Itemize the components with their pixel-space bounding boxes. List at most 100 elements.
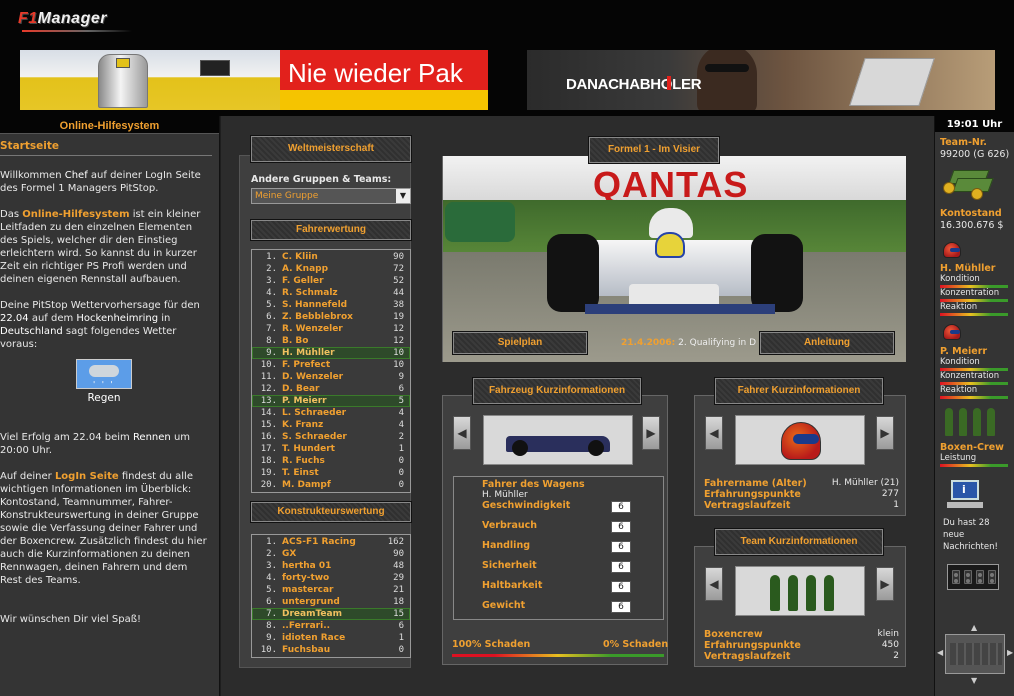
team-prev-button[interactable]: ◀ (705, 567, 723, 601)
map-up-arrow-icon[interactable]: ▲ (971, 623, 977, 632)
help-link-hilfesystem[interactable]: Online-Hilfesystem (22, 209, 129, 220)
constructor-standings-title[interactable]: Konstrukteurswertung (251, 502, 411, 522)
driver-standing-row-name[interactable]: F. Prefect (282, 359, 330, 371)
pit-crew-icon[interactable] (941, 404, 1005, 438)
team-next-button[interactable]: ▶ (876, 567, 894, 601)
driver-standing-row-name[interactable]: P. Meierr (282, 395, 327, 407)
driver-standing-row[interactable]: 19. T. Einst 0 (252, 467, 410, 479)
driver-info-title[interactable]: Fahrer Kurzinformationen (715, 378, 883, 404)
driver-standing-row-name[interactable]: R. Schmalz (282, 287, 338, 299)
driver-standing-row-name[interactable]: R. Wenzeler (282, 323, 343, 335)
constructor-standing-row[interactable]: 2. GX 90 (252, 548, 410, 560)
constructor-standing-row[interactable]: 5. mastercar 21 (252, 584, 410, 596)
driver1-name[interactable]: H. Mühller (940, 263, 996, 274)
driver-next-button[interactable]: ▶ (876, 416, 894, 450)
driver-prev-button[interactable]: ◀ (705, 416, 723, 450)
constructor-standing-row[interactable]: 8. ..Ferrari.. 6 (252, 620, 410, 632)
map-left-arrow-icon[interactable]: ◀ (937, 648, 943, 657)
driver-standing-row[interactable]: 17. T. Hundert 1 (252, 443, 410, 455)
constructor-standing-row-name[interactable]: ACS-F1 Racing (282, 536, 356, 548)
driver-standing-row-name[interactable]: M. Dampf (282, 479, 331, 491)
car-next-button[interactable]: ▶ (642, 416, 660, 450)
driver-standing-row-name[interactable]: K. Franz (282, 419, 323, 431)
constructor-standing-row-name[interactable]: untergrund (282, 596, 340, 608)
driver-standing-row[interactable]: 11. D. Wenzeler 9 (252, 371, 410, 383)
constructor-standing-row-name[interactable]: forty-two (282, 572, 329, 584)
driver-standing-row-points: 12 (393, 324, 404, 334)
messages-count-text[interactable]: Du hast 28 neue Nachrichten! (943, 517, 1011, 553)
ad-banner-right[interactable]: DANACHABHOLER (527, 50, 995, 110)
driver-standing-row[interactable]: 9. H. Mühller 10 (252, 347, 410, 359)
news-ticker[interactable]: 21.4.2006: 2. Qualifying in D (621, 338, 757, 348)
driver-standing-row-name[interactable]: H. Mühller (282, 347, 335, 359)
anleitung-button[interactable]: Anleitung (760, 332, 894, 354)
constructor-standing-row[interactable]: 6. untergrund 18 (252, 596, 410, 608)
driver-standing-row-points: 10 (393, 360, 404, 370)
driver1-helmet-icon[interactable] (943, 242, 961, 258)
f1-manager-logo[interactable]: F1Manager (18, 10, 107, 28)
chevron-down-icon[interactable]: ▼ (396, 189, 410, 203)
constructor-standing-row[interactable]: 1. ACS-F1 Racing 162 (252, 536, 410, 548)
constructor-standing-row-name[interactable]: GX (282, 548, 296, 560)
help-link-login[interactable]: LogIn Seite (55, 471, 119, 482)
driver-standing-row-name[interactable]: B. Bo (282, 335, 308, 347)
team-info-title[interactable]: Team Kurzinformationen (715, 529, 883, 555)
car-info-title[interactable]: Fahrzeug Kurzinformationen (473, 378, 641, 404)
ad-banner-left[interactable]: Nie wieder Pak (20, 50, 488, 110)
driver-standing-row[interactable]: 18. R. Fuchs 0 (252, 455, 410, 467)
driver-standing-row[interactable]: 13. P. Meierr 5 (252, 395, 410, 407)
messages-icon[interactable]: i (947, 480, 983, 510)
constructor-standing-row-name[interactable]: Fuchsbau (282, 644, 330, 656)
driver-standing-row[interactable]: 5. S. Hannefeld 38 (252, 299, 410, 311)
constructor-standing-row-name[interactable]: DreamTeam (282, 608, 342, 620)
driver-standing-row-name[interactable]: R. Fuchs (282, 455, 325, 467)
driver2-name[interactable]: P. Meierr (940, 346, 987, 357)
driver-standing-row[interactable]: 10. F. Prefect 10 (252, 359, 410, 371)
constructor-standing-row-name[interactable]: idioten Race (282, 632, 345, 644)
driver-standing-row-name[interactable]: D. Bear (282, 383, 320, 395)
group-select[interactable]: Meine Gruppe ▼ (251, 188, 411, 204)
driver-standing-row[interactable]: 1. C. Kliin 90 (252, 251, 410, 263)
driver-standing-row[interactable]: 3. F. Geller 52 (252, 275, 410, 287)
driver-standing-row-name[interactable]: S. Hannefeld (282, 299, 347, 311)
driver-standing-row-name[interactable]: Z. Bebblebrox (282, 311, 353, 323)
map-down-arrow-icon[interactable]: ▼ (971, 676, 977, 685)
driver-standing-row-name[interactable]: F. Geller (282, 275, 324, 287)
driver-standing-row[interactable]: 2. A. Knapp 72 (252, 263, 410, 275)
driver2-helmet-icon[interactable] (943, 324, 961, 340)
car-prev-button[interactable]: ◀ (453, 416, 471, 450)
constructor-standing-row[interactable]: 3. hertha 01 48 (252, 560, 410, 572)
constructor-standing-row-name[interactable]: mastercar (282, 584, 334, 596)
constructor-standing-row[interactable]: 7. DreamTeam 15 (252, 608, 410, 620)
driver-standing-row-name[interactable]: C. Kliin (282, 251, 318, 263)
driver-standing-row-name[interactable]: T. Hundert (282, 443, 335, 455)
championship-title[interactable]: Weltmeisterschaft (251, 136, 411, 162)
driver-standing-row-name[interactable]: D. Wenzeler (282, 371, 343, 383)
banner-yellow-stripe (280, 90, 488, 110)
constructor-standing-row-name[interactable]: hertha 01 (282, 560, 331, 572)
constructor-standing-row[interactable]: 9. idioten Race 1 (252, 632, 410, 644)
driver-standing-row[interactable]: 20. M. Dampf 0 (252, 479, 410, 491)
driver-standing-row[interactable]: 15. K. Franz 4 (252, 419, 410, 431)
constructor-standing-row[interactable]: 4. forty-two 29 (252, 572, 410, 584)
start-lights-icon[interactable] (947, 564, 999, 590)
map-right-arrow-icon[interactable]: ▶ (1007, 648, 1013, 657)
driver-standing-row[interactable]: 6. Z. Bebblebrox 19 (252, 311, 410, 323)
driver-standing-row[interactable]: 7. R. Wenzeler 12 (252, 323, 410, 335)
driver-standings-title[interactable]: Fahrerwertung (251, 220, 411, 240)
driver-standing-row[interactable]: 16. S. Schraeder 2 (252, 431, 410, 443)
minimap[interactable] (945, 634, 1005, 674)
driver-standing-row-name[interactable]: S. Schraeder (282, 431, 347, 443)
driver-standing-row-name[interactable]: T. Einst (282, 467, 319, 479)
spielplan-button[interactable]: Spielplan (453, 332, 587, 354)
news-title[interactable]: Formel 1 - Im Visier (589, 137, 719, 163)
constructor-standing-row[interactable]: 10. Fuchsbau 0 (252, 644, 410, 656)
driver-standing-row[interactable]: 12. D. Bear 6 (252, 383, 410, 395)
driver-standing-row-name[interactable]: L. Schraeder (282, 407, 346, 419)
driver-standing-row[interactable]: 14. L. Schraeder 4 (252, 407, 410, 419)
constructor-standing-row-name[interactable]: ..Ferrari.. (282, 620, 330, 632)
driver-standing-row[interactable]: 4. R. Schmalz 44 (252, 287, 410, 299)
driver-standing-row-name[interactable]: A. Knapp (282, 263, 328, 275)
money-icon[interactable] (941, 166, 994, 202)
driver-standing-row[interactable]: 8. B. Bo 12 (252, 335, 410, 347)
